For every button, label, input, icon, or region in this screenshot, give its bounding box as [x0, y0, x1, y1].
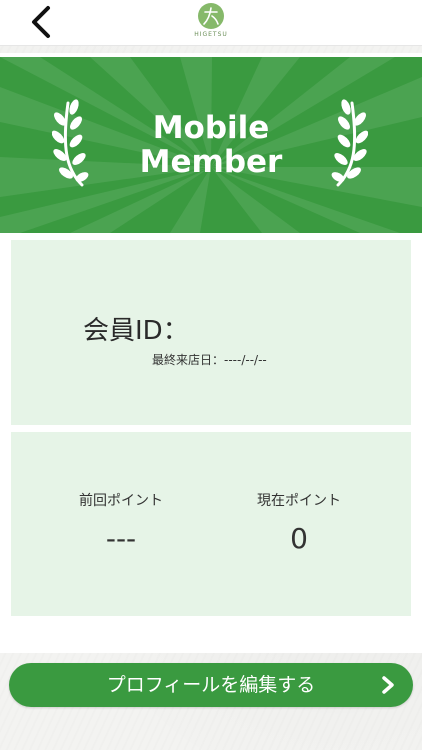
top-navigation-bar: HIGETSU [0, 0, 422, 46]
chevron-right-icon [382, 676, 394, 694]
back-arrow-icon [32, 6, 50, 38]
mobile-member-banner: Mobile Member [0, 57, 422, 233]
previous-points-label: 前回ポイント [79, 493, 163, 509]
member-id-panel: 会員ID： 最終来店日：----/--/-- [11, 240, 411, 425]
logo-mark-icon [198, 3, 224, 29]
last-visit-date: 最終来店日：----/--/-- [152, 353, 267, 367]
current-points-value: 0 [290, 522, 308, 555]
app-logo: HIGETSU [188, 3, 234, 43]
banner-title: Mobile Member [0, 111, 422, 179]
edit-profile-button[interactable]: プロフィールを編集する [9, 663, 413, 707]
logo-text: HIGETSU [194, 31, 228, 38]
points-panel: 前回ポイント --- 現在ポイント 0 [11, 432, 411, 616]
back-button[interactable] [26, 4, 60, 40]
edit-profile-label: プロフィールを編集する [106, 674, 316, 696]
current-points-label: 現在ポイント [257, 493, 341, 509]
member-id-label: 会員ID： [83, 316, 189, 346]
previous-points-value: --- [105, 522, 137, 555]
banner-title-line2: Member [139, 144, 283, 180]
banner-title-line1: Mobile [152, 110, 270, 146]
